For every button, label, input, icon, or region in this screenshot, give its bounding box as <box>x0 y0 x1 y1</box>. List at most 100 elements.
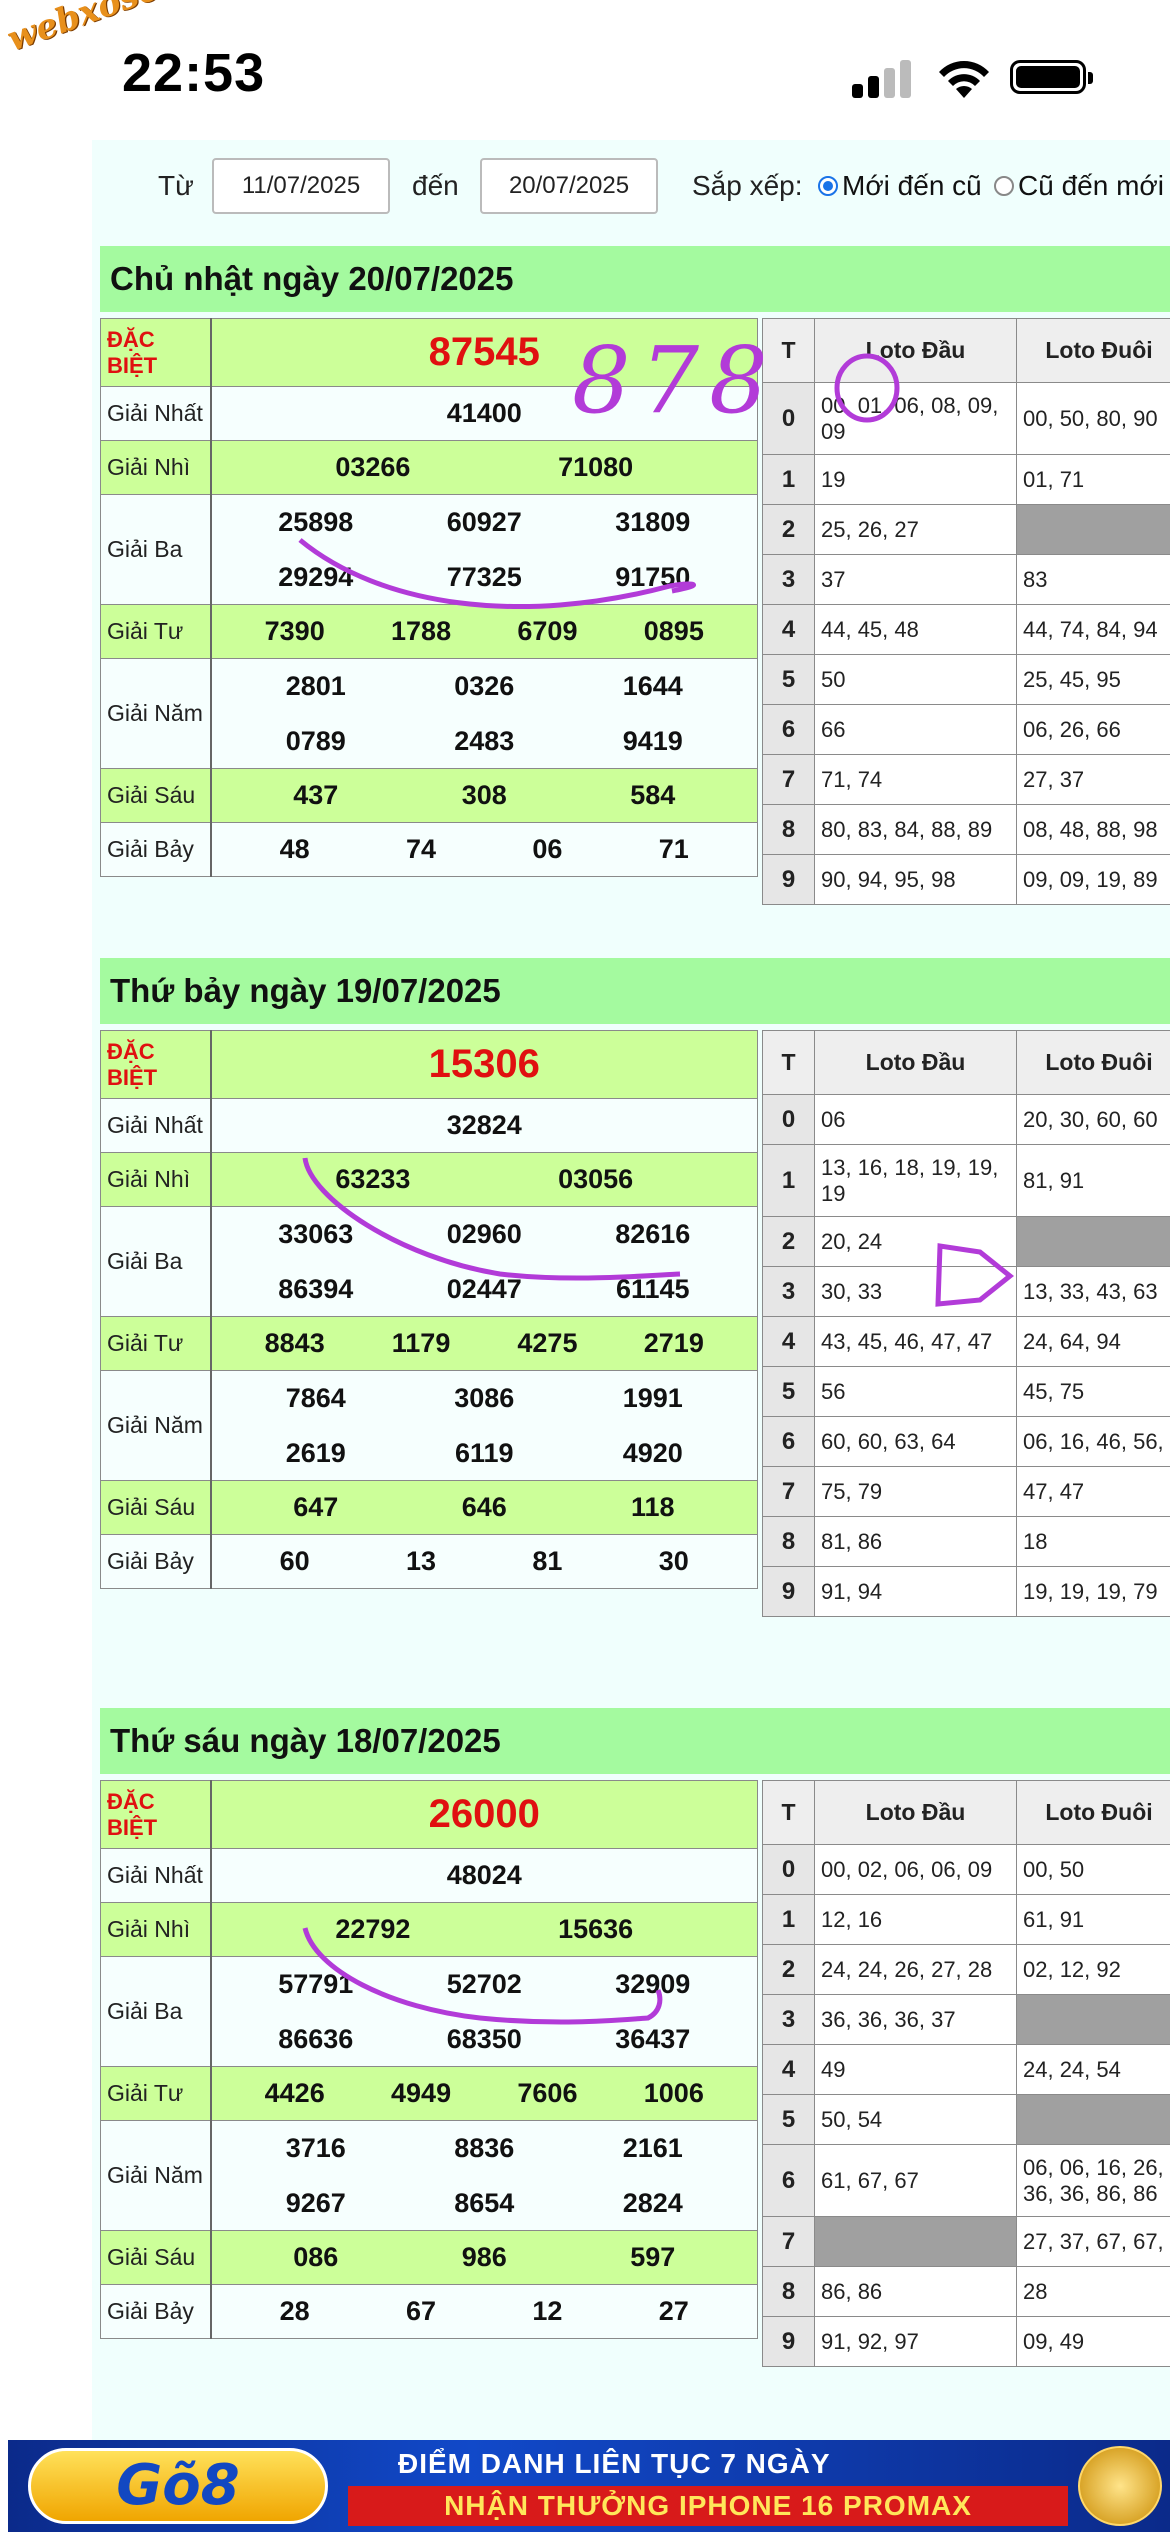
date-filter: Từ 11/07/2025 đến 20/07/2025 Sắp xếp: Mớ… <box>92 140 1170 240</box>
prize-number: 25898 <box>278 506 354 537</box>
prize-number: 9267 <box>285 2187 346 2218</box>
prize-number: 086 <box>293 2242 339 2272</box>
loto-duoi-cell: 83 <box>1016 554 1170 605</box>
prize-number: 1644 <box>622 670 683 701</box>
loto-dau-cell: 75, 79 <box>814 1466 1017 1517</box>
loto-duoi-cell: 28 <box>1016 2266 1170 2317</box>
loto-dau-cell: 43, 45, 46, 47, 47 <box>814 1316 1017 1367</box>
third-prize-label: Giải Ba <box>100 1206 212 1317</box>
prize-number: 2824 <box>622 2187 683 2218</box>
prize-number: 3086 <box>454 1382 515 1413</box>
loto-duoi-cell: 18 <box>1016 1516 1170 1567</box>
loto-row: 9 90, 94, 95, 98 09, 09, 19, 89 <box>762 854 1170 905</box>
loto-dau-cell: 19 <box>814 454 1017 505</box>
fifth-prize-label: Giải Năm <box>100 1370 212 1481</box>
prize-number: 29294 <box>278 561 354 592</box>
loto-duoi-cell: 09, 49 <box>1016 2316 1170 2367</box>
loto-row: 8 86, 86 28 <box>762 2266 1170 2317</box>
loto-row: 9 91, 94 19, 19, 19, 79 <box>762 1566 1170 1617</box>
prize-number: 12 <box>532 2296 563 2326</box>
loto-dau-cell: 00, 02, 06, 06, 09 <box>814 1844 1017 1895</box>
third-prize-label: Giải Ba <box>100 1956 212 2067</box>
prize-number: 8654 <box>454 2187 515 2218</box>
loto-digit: 1 <box>762 454 815 505</box>
prize-number: 28 <box>279 2296 310 2326</box>
loto-row: 2 20, 24 <box>762 1216 1170 1267</box>
loto-dau-cell: 50 <box>814 654 1017 705</box>
loto-row: 7 27, 37, 67, 67, <box>762 2216 1170 2267</box>
prize-number: 597 <box>630 2242 676 2272</box>
prize-number: 81 <box>532 1546 563 1576</box>
loto-digit: 8 <box>762 1516 815 1567</box>
sort-newest-radio[interactable]: Mới đến cũ <box>818 170 982 202</box>
loto-digit: 6 <box>762 704 815 755</box>
loto-dau-cell: 37 <box>814 554 1017 605</box>
draw-title: Thứ bảy ngày 19/07/2025 <box>100 958 1170 1024</box>
loto-digit: 9 <box>762 854 815 905</box>
loto-duoi-cell: 27, 37, 67, 67, <box>1016 2216 1170 2267</box>
prize-number: 8836 <box>454 2132 515 2163</box>
sixth-prize-label: Giải Sáu <box>100 1480 212 1535</box>
col-t: T <box>762 1780 815 1845</box>
prize-number: 2619 <box>285 1437 346 1468</box>
first-prize-label: Giải Nhất <box>100 1098 212 1153</box>
prize-number: 86394 <box>278 1273 354 1304</box>
prize-number: 36437 <box>615 2023 691 2054</box>
loto-digit: 0 <box>762 382 815 455</box>
sort-oldest-radio[interactable]: Cũ đến mới <box>994 170 1164 202</box>
loto-duoi-cell: 09, 09, 19, 89 <box>1016 854 1170 905</box>
prize-number: 1788 <box>391 616 452 646</box>
loto-digit: 5 <box>762 1366 815 1417</box>
to-date-input[interactable]: 20/07/2025 <box>480 158 658 214</box>
loto-dau-cell: 81, 86 <box>814 1516 1017 1567</box>
draw-title: Chủ nhật ngày 20/07/2025 <box>100 246 1170 312</box>
loto-row: 4 44, 45, 48 44, 74, 84, 94 <box>762 604 1170 655</box>
prize-number: 1006 <box>643 2078 704 2108</box>
loto-duoi-cell: 13, 33, 43, 63 <box>1016 1266 1170 1317</box>
prize-number: 74 <box>406 834 437 864</box>
prize-table: ĐẶC BIỆT 26000 Giải Nhất 48024 Giải Nhì 227… <box>100 1780 758 2339</box>
prize-number: 986 <box>461 2242 507 2272</box>
from-date-input[interactable]: 11/07/2025 <box>212 158 390 214</box>
loto-duoi-cell: 00, 50, 80, 90 <box>1016 382 1170 455</box>
prize-number: 68350 <box>446 2023 522 2054</box>
prize-number: 118 <box>630 1492 675 1522</box>
loto-dau-cell: 71, 74 <box>814 754 1017 805</box>
loto-dau-cell: 49 <box>814 2044 1017 2095</box>
prize-number: 82616 <box>615 1218 691 1249</box>
loto-row: 2 25, 26, 27 <box>762 504 1170 555</box>
prize-number: 4920 <box>622 1437 683 1468</box>
prize-number: 48024 <box>446 1860 522 1890</box>
prize-table: ĐẶC BIỆT 15306 Giải Nhất 32824 Giải Nhì 632… <box>100 1030 758 1589</box>
prize-number: 57791 <box>278 1968 354 1999</box>
loto-digit: 9 <box>762 1566 815 1617</box>
col-loto-duoi: Loto Đuôi <box>1016 1030 1170 1095</box>
loto-digit: 1 <box>762 1144 815 1217</box>
loto-dau-cell: 86, 86 <box>814 2266 1017 2317</box>
prize-number: 71080 <box>558 452 634 482</box>
loto-duoi-cell: 25, 45, 95 <box>1016 654 1170 705</box>
prize-number: 06 <box>532 834 563 864</box>
sort-oldest-label: Cũ đến mới <box>1018 170 1164 201</box>
loto-row: 0 00, 01, 06, 08, 09, 09 00, 50, 80, 90 <box>762 382 1170 455</box>
promo-banner[interactable]: Gõ8 ĐIỂM DANH LIÊN TỤC 7 NGÀY NHẬN THƯỞN… <box>8 2440 1170 2532</box>
sixth-prize-label: Giải Sáu <box>100 768 212 823</box>
loto-duoi-cell: 81, 91 <box>1016 1144 1170 1217</box>
special-prize-number: 26000 <box>210 1780 758 1849</box>
col-loto-dau: Loto Đầu <box>814 1780 1017 1845</box>
loto-digit: 1 <box>762 1894 815 1945</box>
loto-row: 8 80, 83, 84, 88, 89 08, 48, 88, 98 <box>762 804 1170 855</box>
second-prize-label: Giải Nhì <box>100 440 212 495</box>
prize-number: 308 <box>461 780 507 810</box>
loto-duoi-cell <box>1016 2094 1170 2145</box>
loto-dau-cell: 06 <box>814 1094 1017 1145</box>
prize-number: 03266 <box>335 452 411 482</box>
to-label: đến <box>412 170 459 201</box>
loto-table: T Loto Đầu Loto Đuôi 0 00, 02, 06, 06, 09 00… <box>762 1780 1170 2367</box>
loto-row: 6 66 06, 26, 66 <box>762 704 1170 755</box>
prize-number: 0895 <box>643 616 704 646</box>
loto-duoi-cell: 00, 50 <box>1016 1844 1170 1895</box>
prize-number: 30 <box>658 1546 689 1576</box>
loto-dau-cell: 61, 67, 67 <box>814 2144 1017 2217</box>
loto-dau-cell: 91, 92, 97 <box>814 2316 1017 2367</box>
